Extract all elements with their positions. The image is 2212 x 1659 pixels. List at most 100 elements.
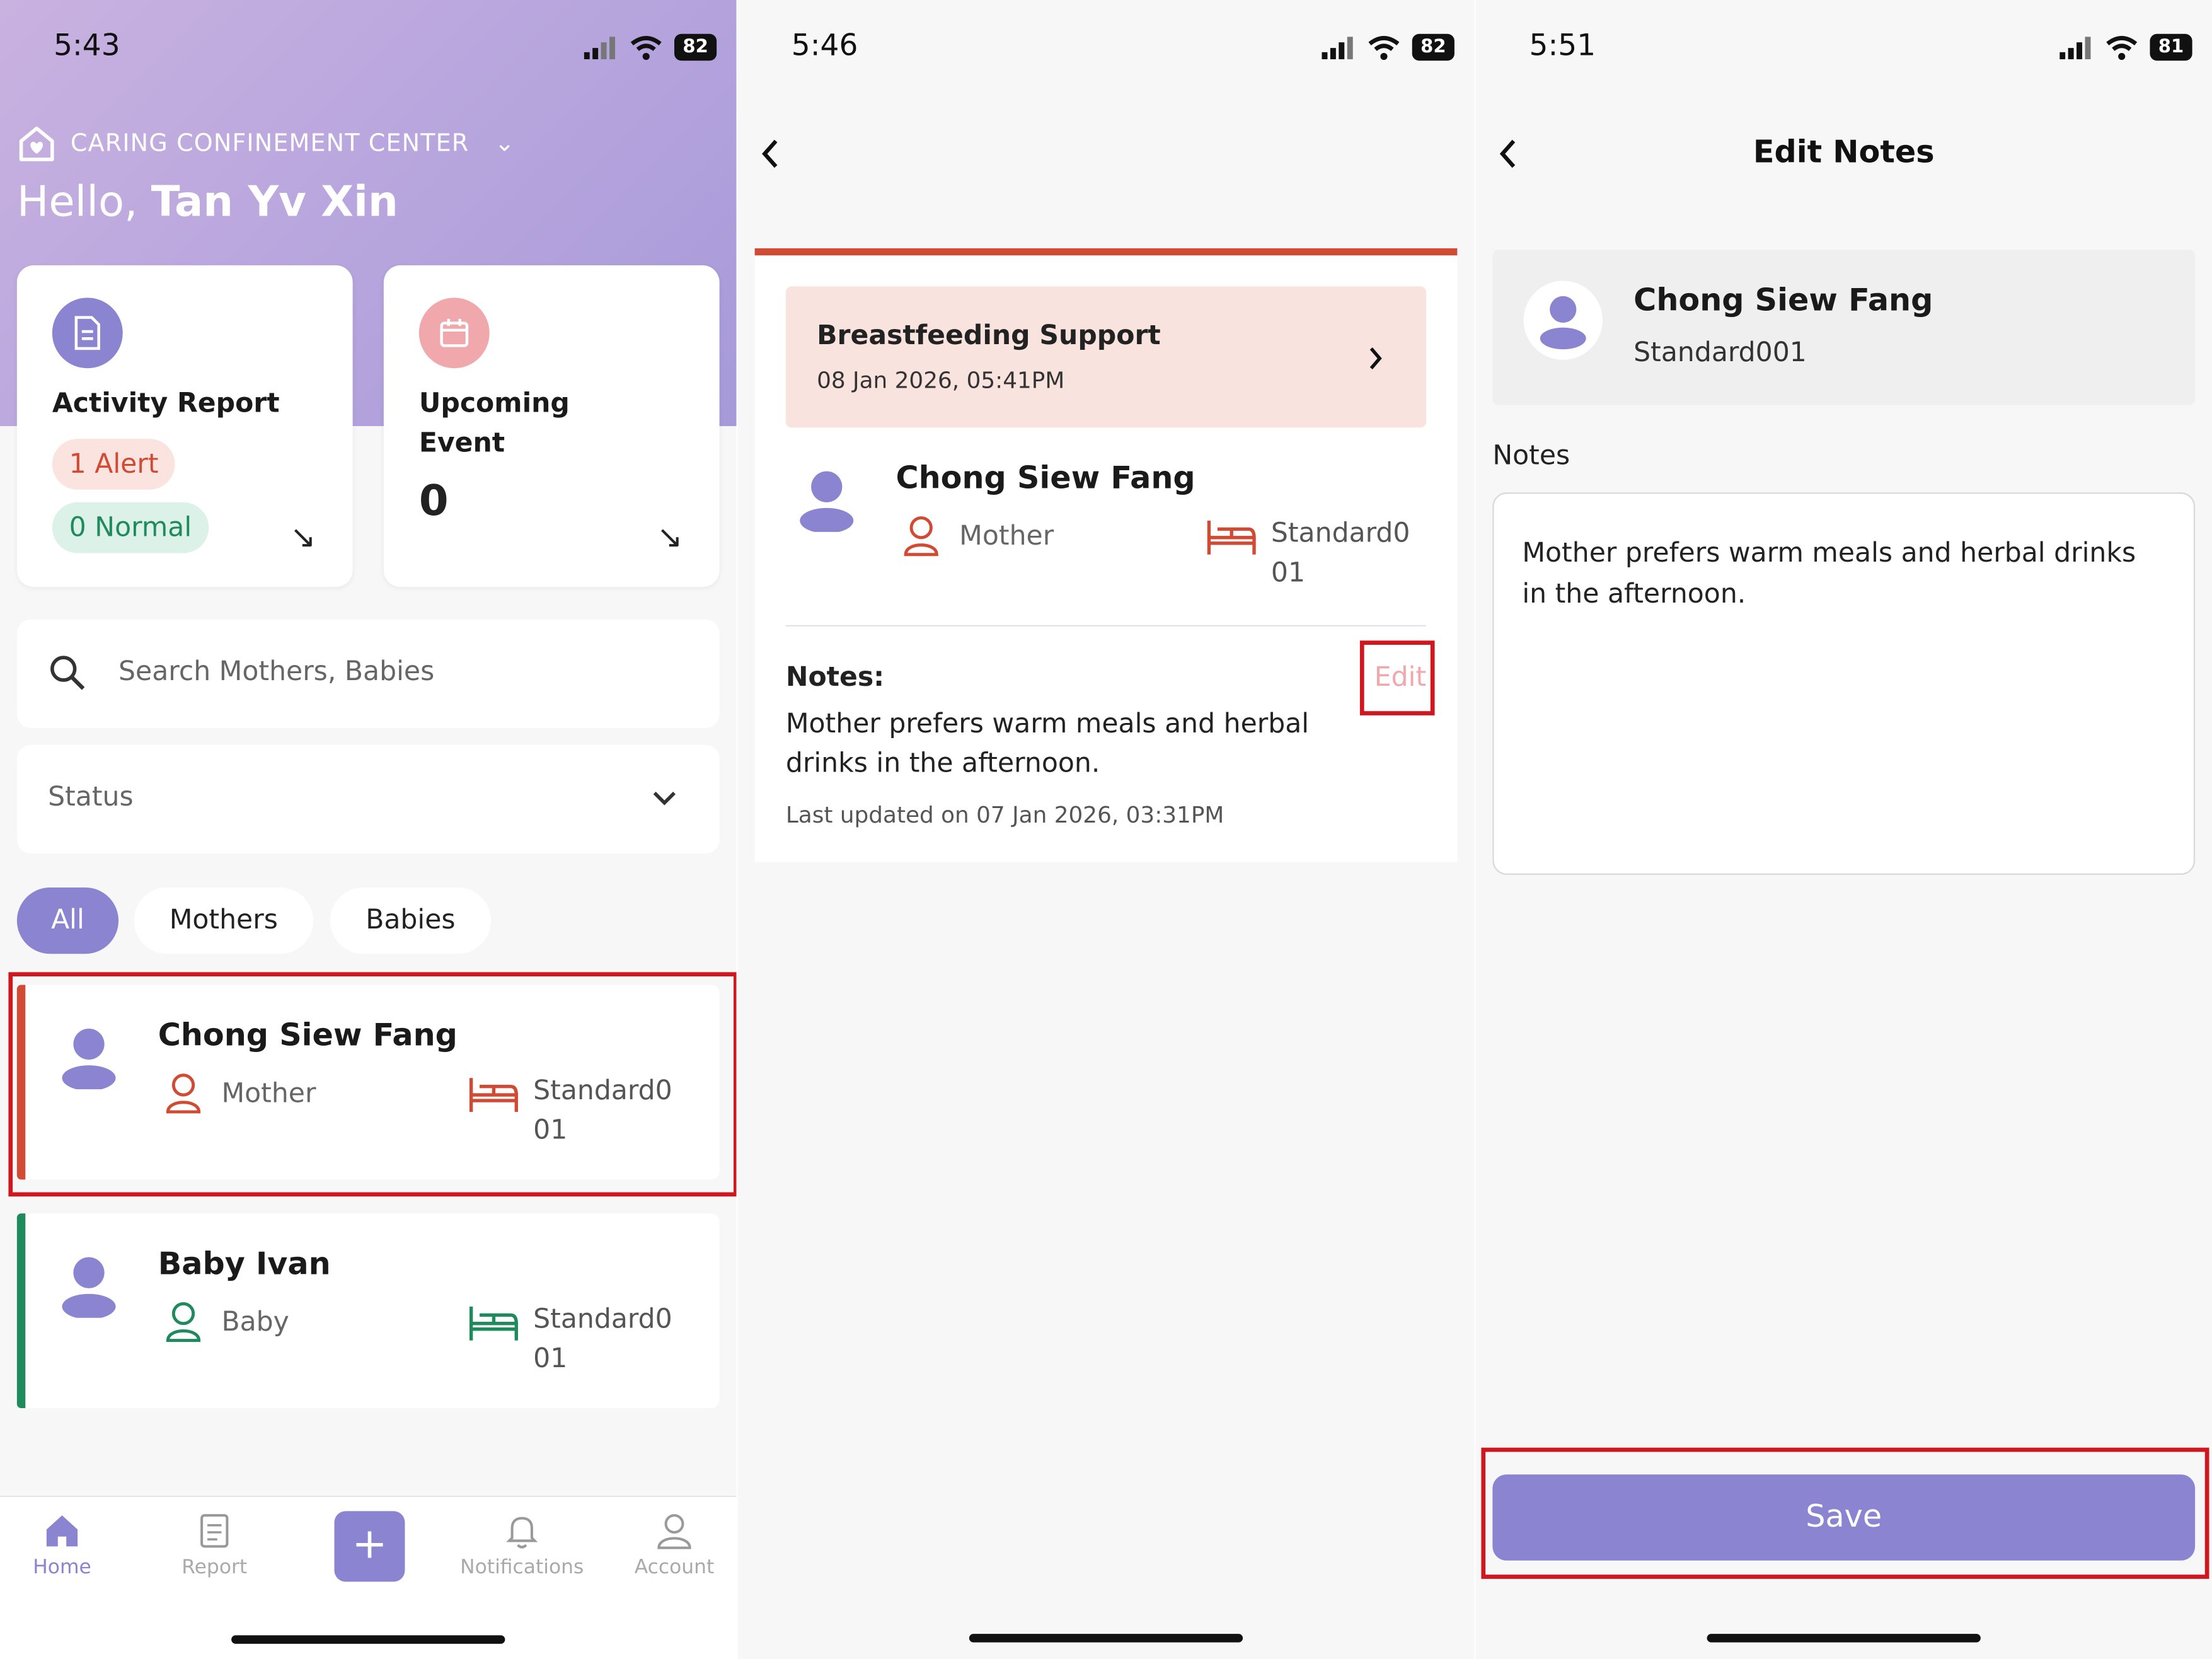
user-name: Tan Yv Xin (151, 178, 398, 228)
search-icon (50, 656, 85, 690)
resident-name: Chong Siew Fang (1633, 283, 1933, 319)
baby-list-item[interactable]: Baby Ivan Baby Standard0 01 (16, 1213, 720, 1409)
tab-account-label: Account (634, 1556, 715, 1579)
avatar-icon (62, 1257, 116, 1318)
person-icon (166, 1302, 201, 1343)
greeting-prefix: Hello, (16, 178, 151, 228)
page-title: Edit Notes (1753, 135, 1935, 171)
wifi-icon (2106, 35, 2138, 60)
bell-icon (506, 1517, 538, 1549)
highlight-box (1481, 1447, 2209, 1579)
alert-badge: 1 Alert (52, 439, 176, 490)
last-updated: Last updated on 07 Jan 2026, 03:31PM (785, 801, 1224, 828)
detail-card: Breastfeeding Support 08 Jan 2026, 05:41… (754, 248, 1458, 862)
center-selector[interactable]: CARING CONFINEMENT CENTER ⌄ (17, 124, 516, 164)
document-icon (52, 298, 123, 369)
avatar-icon (1540, 296, 1586, 350)
search-input[interactable]: Search Mothers, Babies (16, 619, 720, 729)
resident-info: Chong Siew Fang Standard001 (1492, 250, 2196, 405)
battery-icon: 82 (1412, 33, 1455, 61)
signal-icon (584, 36, 615, 59)
tab-notifications[interactable]: Notifications (449, 1511, 596, 1579)
event-banner[interactable]: Breastfeeding Support 08 Jan 2026, 05:41… (785, 286, 1427, 428)
person-name: Baby Ivan (158, 1247, 331, 1283)
chevron-right-icon (1369, 347, 1382, 369)
tab-report-label: Report (181, 1556, 248, 1579)
arrow-down-right-icon: ↘ (290, 521, 316, 556)
search-placeholder: Search Mothers, Babies (118, 656, 435, 688)
signal-icon (1322, 36, 1353, 59)
home-indicator (969, 1634, 1243, 1643)
calendar-icon (418, 298, 490, 369)
tab-notifications-label: Notifications (460, 1556, 584, 1579)
notes-textarea[interactable]: Mother prefers warm meals and herbal dri… (1492, 492, 2196, 875)
highlight-box (8, 972, 737, 1197)
upcoming-title-line2: Event (418, 427, 505, 459)
home-indicator (231, 1635, 505, 1644)
detail-screen: 5:46 82 Breastfeeding Support 08 Jan 202… (737, 0, 1475, 1659)
filter-babies-chip[interactable]: Babies (330, 887, 491, 954)
tab-account[interactable]: Account (618, 1511, 730, 1579)
battery-icon: 82 (674, 33, 717, 61)
chevron-down-icon (653, 792, 676, 806)
home-heart-icon (19, 126, 54, 161)
home-screen: 5:43 82 CARING CONFINEMENT CENTER ⌄ Hell… (0, 0, 737, 1659)
bed-icon (469, 1306, 518, 1341)
signal-icon (2059, 36, 2091, 59)
resident-room: Standard001 (1633, 337, 1807, 369)
clock: 5:51 (1529, 28, 1596, 62)
notes-label: Notes (1492, 440, 1570, 471)
account-icon (657, 1514, 691, 1549)
back-icon[interactable] (759, 137, 781, 171)
tab-home[interactable]: Home (6, 1511, 118, 1579)
room-line2: 01 (533, 1343, 568, 1375)
home-indicator (1707, 1634, 1981, 1643)
event-count: 0 (418, 477, 449, 526)
wifi-icon (1368, 35, 1400, 60)
room-number: Standard0 01 (1271, 514, 1410, 592)
clock: 5:43 (54, 28, 120, 62)
battery-icon: 81 (2150, 33, 2192, 61)
divider (785, 625, 1427, 627)
highlight-box (1359, 640, 1435, 715)
event-title: Breastfeeding Support (817, 320, 1161, 352)
avatar-icon (800, 471, 854, 532)
bed-icon (1207, 521, 1256, 555)
bottom-tab-bar: Home Report + Notifications Account (0, 1495, 737, 1659)
clock: 5:46 (791, 28, 858, 62)
greeting: Hello, Tan Yv Xin (17, 178, 398, 227)
tab-home-label: Home (33, 1556, 91, 1579)
upcoming-event-title: Upcoming Event (419, 384, 570, 463)
chevron-down-icon: ⌄ (494, 129, 516, 158)
room-line1: Standard0 (533, 1304, 672, 1335)
status-bar: 5:51 81 (1529, 28, 2192, 71)
person-role: Mother (959, 521, 1054, 552)
avatar (1523, 280, 1603, 360)
center-name: CARING CONFINEMENT CENTER (70, 129, 469, 158)
filter-mothers-chip[interactable]: Mothers (134, 887, 313, 954)
notes-label: Notes: (785, 661, 885, 693)
wifi-icon (630, 35, 662, 60)
person-role: Baby (221, 1306, 289, 1338)
event-time: 08 Jan 2026, 05:41PM (817, 367, 1065, 394)
upcoming-title-line1: Upcoming (418, 388, 570, 419)
person-name: Chong Siew Fang (896, 461, 1195, 497)
room-line1: Standard0 (1270, 517, 1410, 549)
filter-all-chip[interactable]: All (16, 887, 119, 954)
edit-notes-screen: 5:51 81 Edit Notes Chong Siew Fang Stand… (1475, 0, 2212, 1659)
notes-text: Mother prefers warm meals and herbal dri… (785, 708, 1310, 779)
arrow-down-right-icon: ↘ (657, 521, 683, 556)
home-icon (46, 1515, 78, 1547)
status-bar: 5:46 82 (792, 28, 1455, 71)
status-label: Status (48, 782, 134, 813)
room-number: Standard0 01 (533, 1300, 672, 1379)
tab-report[interactable]: Report (158, 1511, 271, 1579)
baby-color-bar (16, 1213, 26, 1409)
upcoming-event-card[interactable]: Upcoming Event 0 ↘ (383, 265, 720, 587)
room-line2: 01 (1270, 557, 1306, 589)
add-button[interactable]: + (334, 1511, 405, 1582)
activity-report-title: Activity Report (52, 388, 280, 419)
status-dropdown[interactable]: Status (16, 744, 720, 854)
activity-report-card[interactable]: Activity Report 1 Alert 0 Normal ↘ (16, 265, 353, 587)
status-bar: 5:43 82 (54, 28, 717, 71)
